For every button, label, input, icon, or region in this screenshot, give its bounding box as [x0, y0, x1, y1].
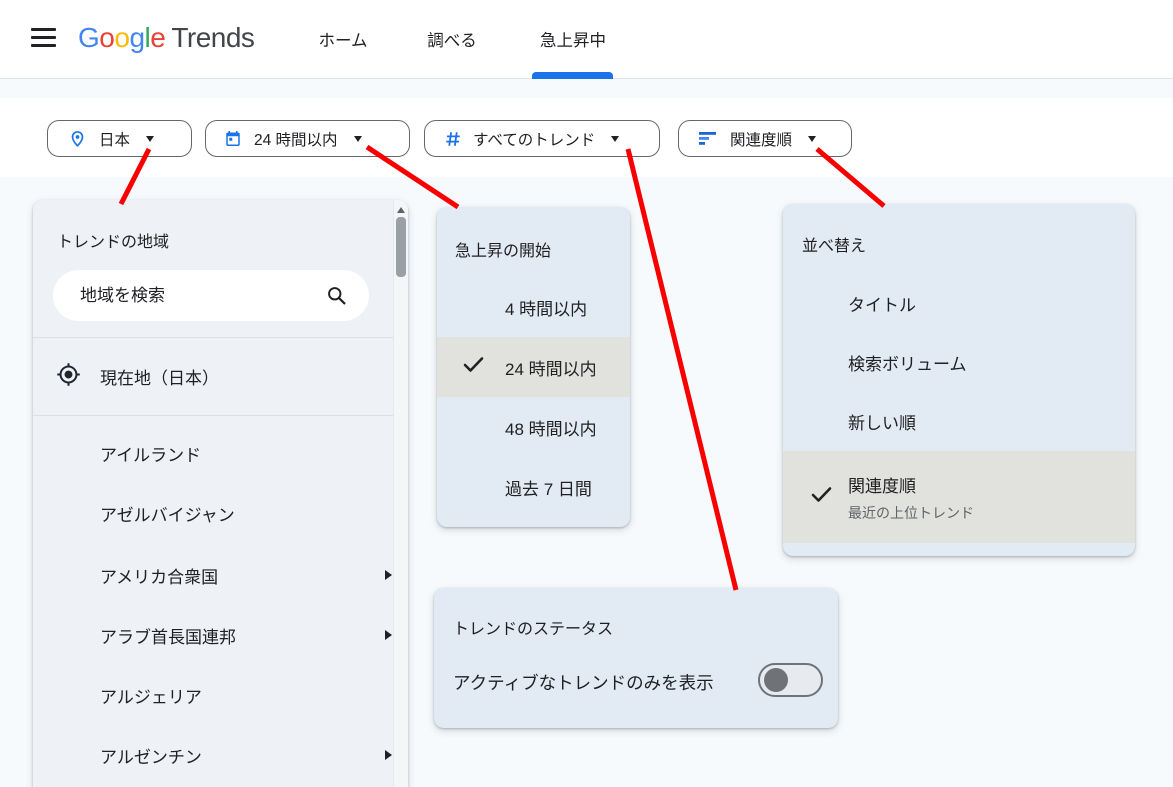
time-option[interactable]: 4 時間以内 [437, 277, 630, 337]
country-item[interactable]: アルジェリア [33, 665, 393, 725]
chevron-right-icon [385, 750, 392, 760]
time-filter-label: 24 時間以内 [254, 128, 338, 150]
sort-dropdown-panel: 並べ替え タイトル 検索ボリューム 新しい順 関連度順 最近の上位トレンド [783, 204, 1135, 556]
category-filter-button[interactable]: すべてのトレンド [424, 120, 660, 157]
scrollbar[interactable] [393, 200, 408, 787]
caret-down-icon [611, 136, 619, 142]
chevron-right-icon [385, 570, 392, 580]
app-header: GoogleTrends ホーム 調べる 急上昇中 [0, 0, 1173, 79]
region-filter-button[interactable]: 日本 [47, 120, 192, 157]
caret-down-icon [354, 136, 362, 142]
current-location-item[interactable]: 現在地（日本） [33, 338, 393, 415]
scroll-up-arrow-icon[interactable] [397, 207, 405, 213]
active-trends-toggle[interactable] [758, 663, 823, 697]
chevron-right-icon [385, 630, 392, 640]
sort-option-selected[interactable]: 関連度順 最近の上位トレンド [783, 451, 1135, 543]
country-label: アゼルバイジャン [100, 501, 235, 526]
logo-letter: o [114, 22, 129, 53]
country-item[interactable]: アゼルバイジャン [33, 483, 393, 543]
google-trends-page: GoogleTrends ホーム 調べる 急上昇中 日本 24 時間以内 すべて… [0, 0, 1173, 787]
region-panel-title: トレンドの地域 [57, 228, 169, 252]
country-label: アラブ首長国連邦 [100, 623, 236, 648]
logo-letter: G [78, 22, 99, 53]
tab-explore[interactable]: 調べる [417, 0, 487, 78]
time-panel-title: 急上昇の開始 [455, 237, 551, 261]
sort-panel-title: 並べ替え [802, 232, 866, 256]
option-label: 24 時間以内 [505, 355, 597, 380]
logo-letter: o [99, 22, 114, 53]
hamburger-menu-icon[interactable] [31, 28, 57, 49]
option-label: 検索ボリューム [848, 350, 967, 375]
status-panel-title: トレンドのステータス [453, 615, 613, 639]
tab-trending-now[interactable]: 急上昇中 [527, 0, 619, 78]
toggle-knob [764, 668, 788, 692]
time-filter-button[interactable]: 24 時間以内 [205, 120, 410, 157]
my-location-icon [55, 361, 82, 393]
google-trends-logo[interactable]: GoogleTrends [78, 22, 254, 54]
logo-letter: g [129, 22, 144, 53]
region-search-input[interactable] [80, 270, 340, 321]
active-trends-row: アクティブなトレンドのみを表示 [434, 650, 838, 710]
check-icon [811, 486, 832, 508]
sort-icon [699, 131, 718, 146]
active-tab-underline [532, 72, 613, 79]
location-pin-icon [69, 129, 86, 149]
tab-home[interactable]: ホーム [309, 0, 377, 78]
country-label: アルゼンチン [100, 743, 202, 768]
time-option[interactable]: 48 時間以内 [437, 397, 630, 457]
country-item[interactable]: アイルランド [33, 423, 393, 483]
sort-option[interactable]: 検索ボリューム [783, 333, 1135, 392]
annotation-line-status [628, 149, 736, 590]
hash-icon [444, 130, 462, 148]
option-label: 新しい順 [848, 409, 916, 434]
country-label: アイルランド [100, 441, 201, 466]
option-label: 関連度順 [848, 472, 974, 497]
caret-down-icon [146, 136, 154, 142]
divider [33, 415, 393, 416]
country-item[interactable]: アラブ首長国連邦 [33, 605, 393, 665]
time-dropdown-panel: 急上昇の開始 4 時間以内 24 時間以内 48 時間以内 過去 7 日間 [437, 207, 630, 527]
region-search-box [53, 270, 369, 321]
logo-letter: e [150, 22, 165, 53]
country-item[interactable]: アメリカ合衆国 [33, 545, 393, 605]
calendar-icon [224, 129, 242, 148]
option-label: 過去 7 日間 [505, 475, 592, 500]
scrollbar-thumb[interactable] [396, 217, 406, 277]
country-label: アメリカ合衆国 [100, 563, 218, 588]
sort-option[interactable]: タイトル [783, 274, 1135, 333]
option-label: 48 時間以内 [505, 415, 597, 440]
category-filter-label: すべてのトレンド [473, 128, 595, 150]
country-label: アルジェリア [100, 683, 202, 708]
status-dropdown-panel: トレンドのステータス アクティブなトレンドのみを表示 [434, 588, 838, 728]
search-icon[interactable] [326, 285, 347, 311]
sort-filter-label: 関連度順 [730, 128, 792, 150]
country-item[interactable]: アルゼンチン [33, 725, 393, 785]
logo-trends-text: Trends [171, 22, 254, 53]
option-label: 4 時間以内 [505, 295, 587, 320]
toggle-label: アクティブなトレンドのみを表示 [453, 670, 714, 695]
check-icon [463, 356, 484, 378]
time-option[interactable]: 過去 7 日間 [437, 457, 630, 517]
option-label: タイトル [848, 291, 916, 316]
region-filter-label: 日本 [99, 128, 130, 150]
time-option-selected[interactable]: 24 時間以内 [437, 337, 630, 397]
current-location-label: 現在地（日本） [100, 364, 219, 389]
option-sublabel: 最近の上位トレンド [848, 503, 974, 523]
region-dropdown-panel: トレンドの地域 現在地（日本） アイルランド アゼルバイジャン アメリカ合衆国 [33, 200, 408, 787]
caret-down-icon [808, 136, 816, 142]
sort-option[interactable]: 新しい順 [783, 392, 1135, 451]
sort-filter-button[interactable]: 関連度順 [678, 120, 852, 157]
